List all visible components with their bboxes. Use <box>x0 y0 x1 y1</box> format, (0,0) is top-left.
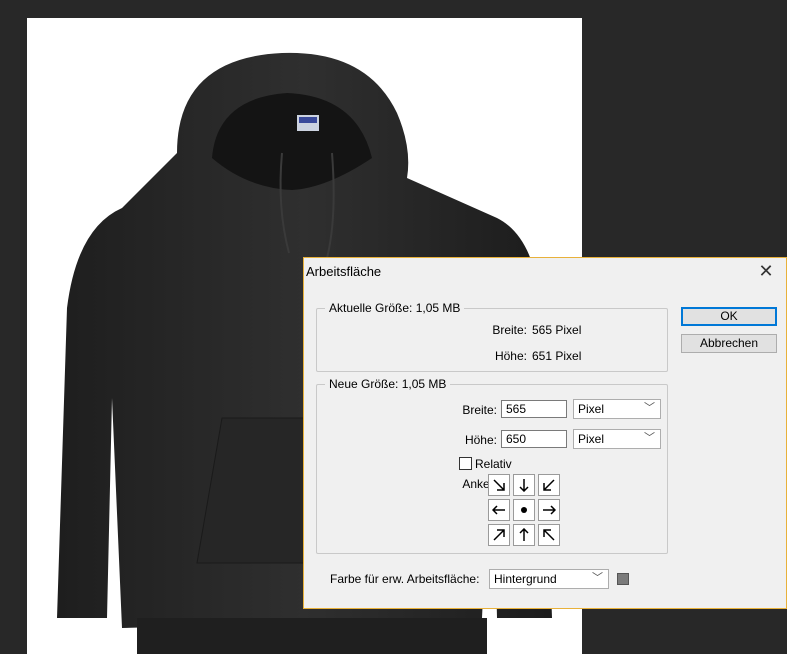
arrow-up-right-icon <box>493 529 505 541</box>
anchor-top[interactable] <box>513 474 535 496</box>
anchor-top-left[interactable] <box>488 474 510 496</box>
canvas-color-value: Hintergrund <box>494 572 557 586</box>
anchor-center[interactable] <box>513 499 535 521</box>
new-size-legend: Neue Größe: 1,05 MB <box>325 377 451 391</box>
canvas-color-swatch[interactable] <box>617 573 629 585</box>
width-unit-select[interactable]: Pixel ﹀ <box>573 399 661 419</box>
relative-checkbox[interactable] <box>459 457 472 470</box>
arrow-down-icon <box>519 479 529 492</box>
arrow-left-icon <box>492 505 505 515</box>
close-icon[interactable]: ✕ <box>754 260 778 282</box>
anchor-left[interactable] <box>488 499 510 521</box>
current-width-value: 565 Pixel <box>532 323 582 337</box>
cancel-button[interactable]: Abbrechen <box>681 334 777 353</box>
width-input[interactable]: 565 <box>501 400 567 418</box>
arrow-down-left-icon <box>543 479 555 491</box>
height-input[interactable]: 650 <box>501 430 567 448</box>
anchor-bottom-left[interactable] <box>488 524 510 546</box>
anchor-label: Anker: <box>462 477 497 491</box>
chevron-down-icon: ﹀ <box>644 432 655 444</box>
arrow-down-right-icon <box>493 479 505 491</box>
chevron-down-icon: ﹀ <box>592 572 603 584</box>
center-dot-icon <box>521 507 527 513</box>
width-unit-value: Pixel <box>578 402 605 416</box>
canvas-color-label: Farbe für erw. Arbeitsfläche: <box>330 572 480 586</box>
current-width-label: Breite: <box>492 323 527 337</box>
current-height-label: Höhe: <box>494 349 527 363</box>
ok-button[interactable]: OK <box>681 307 777 326</box>
new-width-label: Breite: <box>462 403 497 417</box>
height-unit-select[interactable]: Pixel ﹀ <box>573 429 661 449</box>
anchor-grid <box>488 474 560 546</box>
new-height-label: Höhe: <box>464 433 497 447</box>
current-height-value: 651 Pixel <box>532 349 582 363</box>
current-size-legend: Aktuelle Größe: 1,05 MB <box>325 301 465 315</box>
anchor-bottom[interactable] <box>513 524 535 546</box>
arrow-right-icon <box>543 505 556 515</box>
arrow-up-left-icon <box>543 529 555 541</box>
height-unit-value: Pixel <box>578 432 605 446</box>
anchor-top-right[interactable] <box>538 474 560 496</box>
current-size-group: Aktuelle Größe: 1,05 MB Breite: 565 Pixe… <box>316 301 668 372</box>
anchor-right[interactable] <box>538 499 560 521</box>
chevron-down-icon: ﹀ <box>644 402 655 414</box>
anchor-bottom-right[interactable] <box>538 524 560 546</box>
relative-label: Relativ <box>475 457 512 471</box>
dialog-title: Arbeitsfläche <box>306 264 382 279</box>
arrow-up-icon <box>519 528 529 541</box>
canvas-color-select[interactable]: Hintergrund ﹀ <box>489 569 609 589</box>
canvas-size-dialog: Arbeitsfläche ✕ Aktuelle Größe: 1,05 MB … <box>303 257 787 609</box>
